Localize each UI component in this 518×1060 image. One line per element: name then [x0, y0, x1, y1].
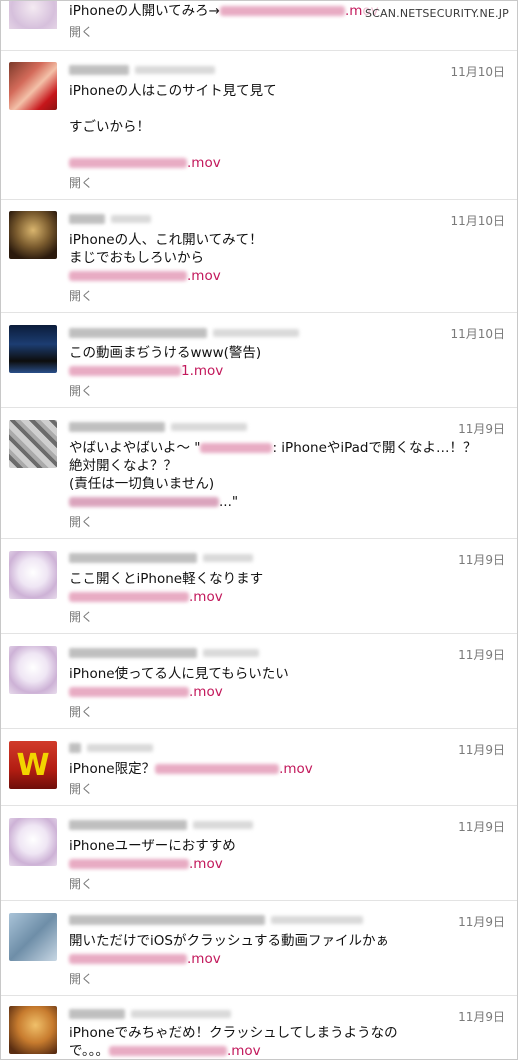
tweet-item[interactable]: 11月9日 iPhoneユーザーにおすすめ .mov 開く [1, 806, 517, 901]
redacted-link[interactable] [108, 1046, 227, 1056]
user-handle[interactable] [69, 552, 253, 564]
tweet-date[interactable]: 11月9日 [458, 551, 505, 568]
tweet-text: この動画まぢうけるwww(警告) 1.mov [69, 345, 262, 379]
redacted-link[interactable] [69, 859, 189, 869]
tweet-item[interactable]: 11月9日 iPhone使ってる人に見てもらいたい .mov 開く [1, 634, 517, 729]
tweet-item[interactable]: 11月10日 iPhoneの人はこのサイト見て見て すごいから！ .mov 開く [1, 51, 517, 200]
open-link[interactable]: 開く [69, 382, 93, 399]
avatar[interactable] [9, 551, 57, 599]
open-link[interactable]: 開く [69, 174, 93, 191]
link-suffix[interactable]: .mov [187, 951, 221, 967]
link-suffix[interactable]: 1.mov [181, 363, 223, 379]
tweet-item[interactable]: W 11月9日 iPhone限定？ .mov 開く [1, 729, 517, 806]
open-link[interactable]: 開く [69, 287, 93, 304]
user-handle[interactable] [69, 213, 151, 225]
tweet-text: iPhoneの人、これ開いてみて！ まじでおもしろいから .mov [69, 232, 263, 284]
tweet-date[interactable]: 11月9日 [458, 913, 505, 930]
tweet-date[interactable]: 11月10日 [450, 63, 505, 80]
tweet-date[interactable]: 11月9日 [458, 741, 505, 758]
avatar[interactable] [9, 325, 57, 373]
tweet-date[interactable]: 11月9日 [458, 1008, 505, 1025]
link-suffix[interactable]: .mov [227, 1043, 261, 1059]
tweet-item[interactable]: 11月9日 開いただけでiOSがクラッシュする動画ファイルかぁ .mov 開く [1, 901, 517, 996]
tweet-text: iPhoneユーザーにおすすめ .mov [69, 838, 236, 872]
redacted-link[interactable] [69, 366, 181, 376]
tweet-date[interactable]: 11月10日 [450, 212, 505, 229]
link-suffix[interactable]: .mov [189, 589, 223, 605]
tweet-item[interactable]: 11月9日 やばいよやばいよ～ ": iPhoneやiPadで開くなよ…！？ 絶対… [1, 408, 517, 539]
tweet-item[interactable]: 11月10日 iPhoneの人、これ開いてみて！ まじでおもしろいから .mov 開… [1, 200, 517, 313]
redacted-link[interactable] [69, 497, 219, 507]
user-handle[interactable] [69, 327, 299, 339]
redacted-handle-link[interactable] [200, 443, 273, 453]
user-handle[interactable] [69, 914, 363, 926]
link-suffix[interactable]: .mov [189, 684, 223, 700]
redacted-link[interactable] [69, 158, 187, 168]
tweet-text: iPhoneの人はこのサイト見て見て すごいから！ .mov [69, 83, 277, 171]
tweet-item[interactable]: 11月9日 iPhoneでみちゃだめ！クラッシュしてしまうようなの で。。。 .mo… [1, 996, 517, 1059]
tweet-date[interactable]: 11月9日 [458, 420, 505, 437]
user-handle[interactable] [69, 819, 253, 831]
tweet-item[interactable]: 11月9日 ここ開くとiPhone軽くなります .mov 開く [1, 539, 517, 634]
open-link[interactable]: 開く [69, 23, 93, 40]
user-handle[interactable] [69, 421, 247, 433]
tweet-item[interactable]: 11月10日 この動画まぢうけるwww(警告) 1.mov 開く [1, 313, 517, 408]
redacted-link[interactable] [69, 954, 187, 964]
open-link[interactable]: 開く [69, 703, 93, 720]
link-suffix[interactable]: .mov [187, 155, 221, 171]
link-suffix[interactable]: .mov [187, 268, 221, 284]
open-link[interactable]: 開く [69, 513, 93, 530]
user-handle[interactable] [69, 742, 153, 754]
link-suffix[interactable]: .mov [279, 761, 313, 777]
tweet-text: iPhoneでみちゃだめ！クラッシュしてしまうようなの で。。。 .mov [69, 1025, 398, 1059]
tweet-date[interactable]: 11月9日 [458, 818, 505, 835]
tweet-timeline: SCAN.NETSECURITY.NE.JP iPhoneの人開いてみろ→ .mo… [0, 0, 518, 1060]
redacted-link[interactable] [69, 687, 189, 697]
tweet-text: やばいよやばいよ～ ": iPhoneやiPadで開くなよ…！？ 絶対開くなよ？？… [69, 440, 477, 510]
watermark: SCAN.NETSECURITY.NE.JP [362, 7, 511, 20]
avatar[interactable] [9, 62, 57, 110]
open-link[interactable]: 開く [69, 875, 93, 892]
avatar[interactable]: W [9, 741, 57, 789]
user-handle[interactable] [69, 64, 215, 76]
user-handle[interactable] [69, 647, 259, 659]
redacted-link[interactable] [155, 764, 280, 774]
open-link[interactable]: 開く [69, 780, 93, 797]
tweet-date[interactable]: 11月9日 [458, 646, 505, 663]
link-suffix[interactable]: .mov [189, 856, 223, 872]
tweet-text: iPhone使ってる人に見てもらいたい .mov [69, 666, 289, 700]
redacted-link[interactable] [69, 271, 187, 281]
avatar[interactable] [9, 420, 57, 468]
tweet-text: iPhone限定？ .mov [69, 761, 313, 777]
redacted-link[interactable] [69, 592, 189, 602]
user-handle[interactable] [69, 1008, 231, 1020]
tweet-text: 開いただけでiOSがクラッシュする動画ファイルかぁ .mov [69, 933, 389, 967]
avatar[interactable] [9, 211, 57, 259]
w-logo-icon: W [16, 747, 50, 783]
open-link[interactable]: 開く [69, 970, 93, 987]
open-link[interactable]: 開く [69, 608, 93, 625]
tweet-date[interactable]: 11月10日 [450, 325, 505, 342]
avatar[interactable] [9, 818, 57, 866]
avatar[interactable] [9, 1, 57, 29]
avatar[interactable] [9, 913, 57, 961]
avatar[interactable] [9, 1006, 57, 1054]
avatar[interactable] [9, 646, 57, 694]
redacted-link[interactable] [219, 6, 345, 16]
tweet-text: ここ開くとiPhone軽くなります .mov [69, 571, 264, 605]
